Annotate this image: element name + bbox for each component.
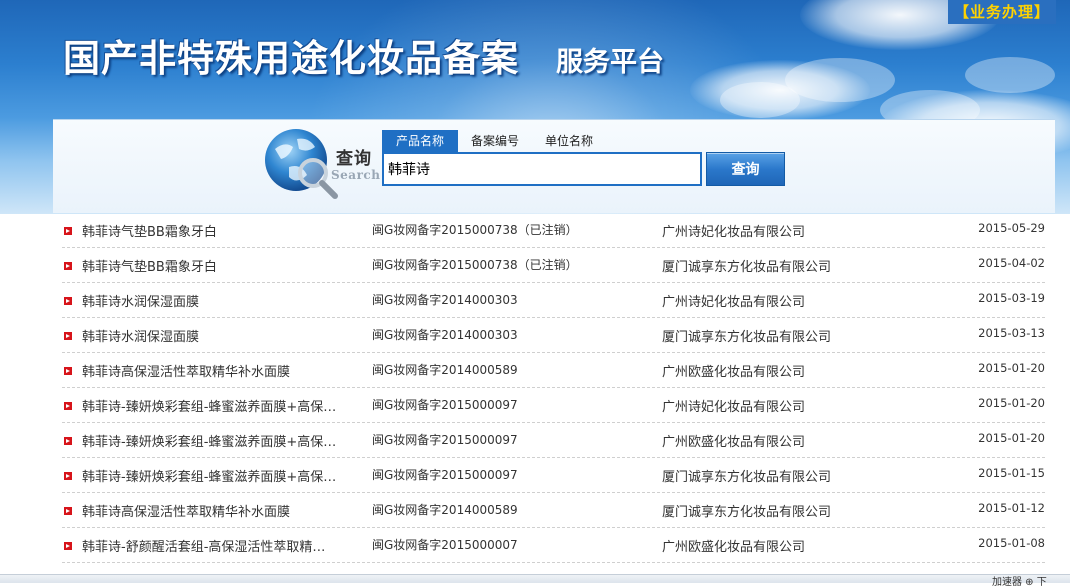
- result-row[interactable]: 韩菲诗气垫BB霜象牙白 闽G妆网备字2015000738（已注销） 厦门诚享东方…: [62, 248, 1045, 283]
- red-arrow-bullet-icon: [64, 507, 72, 515]
- red-arrow-bullet-icon: [64, 542, 72, 550]
- red-arrow-bullet-icon: [64, 227, 72, 235]
- tab-company-name[interactable]: 单位名称: [532, 130, 606, 152]
- result-row[interactable]: 韩菲诗高保湿活性萃取精华补水面膜 闽G妆网备字2014000589 厦门诚享东方…: [62, 493, 1045, 528]
- result-row[interactable]: 韩菲诗-臻妍焕彩套组-蜂蜜滋养面膜+高保… 闽G妆网备字2015000097 广…: [62, 423, 1045, 458]
- company-name: 广州诗妃化妆品有限公司: [662, 225, 806, 240]
- registration-number: 闽G妆网备字2015000097: [372, 433, 518, 447]
- registration-number: 闽G妆网备字2015000738（已注销）: [372, 223, 578, 237]
- tab-product-name[interactable]: 产品名称: [382, 130, 459, 152]
- registration-number: 闽G妆网备字2014000589: [372, 503, 518, 517]
- company-name: 厦门诚享东方化妆品有限公司: [662, 505, 832, 520]
- search-logo-label: 查询: [336, 149, 372, 169]
- result-row[interactable]: 韩菲诗-臻妍焕彩套组-蜂蜜滋养面膜+高保… 闽G妆网备字2015000097 厦…: [62, 458, 1045, 493]
- search-input[interactable]: [382, 152, 702, 186]
- tab-registration-number[interactable]: 备案编号: [458, 130, 532, 152]
- search-logo-label-en: Search: [331, 168, 381, 182]
- result-row[interactable]: 韩菲诗-舒颜醒活套组-高保湿活性萃取精… 闽G妆网备字2015000007 广州…: [62, 528, 1045, 563]
- search-panel: 查询 Search 产品名称 备案编号 单位名称 查询: [53, 119, 1055, 213]
- search-tabs: 产品名称 备案编号 单位名称: [382, 130, 606, 152]
- record-date: 2015-01-12: [978, 501, 1045, 515]
- record-date: 2015-01-08: [978, 536, 1045, 550]
- result-row[interactable]: 韩菲诗高保湿活性萃取精华补水面膜 闽G妆网备字2014000589 广州欧盛化妆…: [62, 353, 1045, 388]
- globe-search-icon: [265, 129, 338, 199]
- red-arrow-bullet-icon: [64, 402, 72, 410]
- record-date: 2015-01-20: [978, 396, 1045, 410]
- red-arrow-bullet-icon: [64, 332, 72, 340]
- result-row[interactable]: 韩菲诗-臻妍焕彩套组-蜂蜜滋养面膜+高保… 闽G妆网备字2015000097 广…: [62, 388, 1045, 423]
- product-name[interactable]: 韩菲诗高保湿活性萃取精华补水面膜: [82, 361, 362, 380]
- product-name[interactable]: 韩菲诗水润保湿面膜: [82, 291, 362, 310]
- registration-number: 闽G妆网备字2015000007: [372, 538, 518, 552]
- registration-number: 闽G妆网备字2015000738（已注销）: [372, 258, 578, 272]
- product-name[interactable]: 韩菲诗气垫BB霜象牙白: [82, 256, 362, 275]
- company-name: 广州欧盛化妆品有限公司: [662, 435, 806, 450]
- record-date: 2015-01-15: [978, 466, 1045, 480]
- red-arrow-bullet-icon: [64, 367, 72, 375]
- product-name[interactable]: 韩菲诗水润保湿面膜: [82, 326, 362, 345]
- product-name[interactable]: 韩菲诗气垫BB霜象牙白: [82, 221, 362, 240]
- record-date: 2015-01-20: [978, 361, 1045, 375]
- result-row[interactable]: 韩菲诗气垫BB霜象牙白 闽G妆网备字2015000738（已注销） 广州诗妃化妆…: [62, 213, 1045, 248]
- results-list: 韩菲诗气垫BB霜象牙白 闽G妆网备字2015000738（已注销） 广州诗妃化妆…: [62, 213, 1045, 563]
- red-arrow-bullet-icon: [64, 437, 72, 445]
- registration-number: 闽G妆网备字2014000589: [372, 363, 518, 377]
- product-name[interactable]: 韩菲诗-臻妍焕彩套组-蜂蜜滋养面膜+高保…: [82, 466, 362, 485]
- product-name[interactable]: 韩菲诗-臻妍焕彩套组-蜂蜜滋养面膜+高保…: [82, 396, 362, 415]
- site-subtitle: 服务平台: [556, 47, 664, 78]
- red-arrow-bullet-icon: [64, 472, 72, 480]
- registration-number: 闽G妆网备字2014000303: [372, 328, 518, 342]
- registration-number: 闽G妆网备字2015000097: [372, 468, 518, 482]
- company-name: 厦门诚享东方化妆品有限公司: [662, 470, 832, 485]
- status-text[interactable]: 加速器 ⊕ 下: [992, 573, 1047, 588]
- site-title: 国产非特殊用途化妆品备案: [63, 36, 519, 80]
- company-name: 厦门诚享东方化妆品有限公司: [662, 330, 832, 345]
- company-name: 厦门诚享东方化妆品有限公司: [662, 260, 832, 275]
- product-name[interactable]: 韩菲诗高保湿活性萃取精华补水面膜: [82, 501, 362, 520]
- business-link[interactable]: 【业务办理】: [947, 0, 1056, 24]
- registration-number: 闽G妆网备字2014000303: [372, 293, 518, 307]
- company-name: 广州欧盛化妆品有限公司: [662, 540, 806, 555]
- record-date: 2015-04-02: [978, 256, 1045, 270]
- record-date: 2015-01-20: [978, 431, 1045, 445]
- company-name: 广州欧盛化妆品有限公司: [662, 365, 806, 380]
- red-arrow-bullet-icon: [64, 262, 72, 270]
- record-date: 2015-03-13: [978, 326, 1045, 340]
- record-date: 2015-05-29: [978, 221, 1045, 235]
- registration-number: 闽G妆网备字2015000097: [372, 398, 518, 412]
- result-row[interactable]: 韩菲诗水润保湿面膜 闽G妆网备字2014000303 厦门诚享东方化妆品有限公司…: [62, 318, 1045, 353]
- result-row[interactable]: 韩菲诗水润保湿面膜 闽G妆网备字2014000303 广州诗妃化妆品有限公司 2…: [62, 283, 1045, 318]
- search-button[interactable]: 查询: [706, 152, 785, 186]
- red-arrow-bullet-icon: [64, 297, 72, 305]
- company-name: 广州诗妃化妆品有限公司: [662, 295, 806, 310]
- company-name: 广州诗妃化妆品有限公司: [662, 400, 806, 415]
- product-name[interactable]: 韩菲诗-舒颜醒活套组-高保湿活性萃取精…: [82, 536, 362, 555]
- record-date: 2015-03-19: [978, 291, 1045, 305]
- product-name[interactable]: 韩菲诗-臻妍焕彩套组-蜂蜜滋养面膜+高保…: [82, 431, 362, 450]
